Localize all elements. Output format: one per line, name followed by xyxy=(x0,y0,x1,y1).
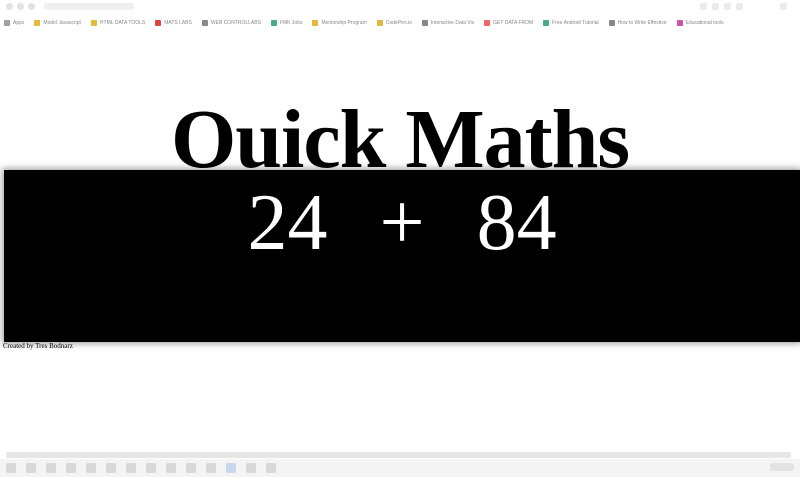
menu-icon[interactable] xyxy=(780,3,787,10)
bookmark-icon xyxy=(484,20,491,26)
bookmark-item[interactable]: WEB CONTROLLABS xyxy=(201,20,261,26)
bookmark-item[interactable]: How to Write Effective xyxy=(608,20,667,26)
bookmark-label: HTML DATA TOOLS xyxy=(99,20,146,26)
bookmark-label: Interactive Data Vis xyxy=(430,20,475,26)
bookmark-icon xyxy=(421,20,428,26)
extension-icon[interactable] xyxy=(700,3,707,10)
bookmark-label: FMK Jobs xyxy=(279,20,303,26)
taskbar-app-icon[interactable] xyxy=(206,463,216,473)
address-bar[interactable] xyxy=(44,3,134,10)
bookmark-icon xyxy=(90,20,97,26)
taskbar-app-icon[interactable] xyxy=(146,463,156,473)
bookmark-item[interactable]: Educational tools xyxy=(676,20,724,26)
taskbar-app-icon[interactable] xyxy=(86,463,96,473)
credit-text: Created by Tres Bodnarz xyxy=(3,342,73,350)
apps-icon xyxy=(4,20,10,26)
bookmark-icon xyxy=(676,20,683,26)
taskbar xyxy=(0,459,800,477)
browser-top-bar xyxy=(0,0,800,14)
taskbar-app-icon[interactable] xyxy=(26,463,36,473)
reload-icon[interactable] xyxy=(28,3,35,10)
extension-icon[interactable] xyxy=(724,3,731,10)
bookmark-icon xyxy=(270,20,277,26)
extension-icon[interactable] xyxy=(712,3,719,10)
bookmark-label: CodePen.io xyxy=(385,20,412,26)
bookmark-item[interactable]: GET DATA FROM xyxy=(484,20,533,26)
bookmark-icon xyxy=(312,20,319,26)
bookmark-label: MATS LABS xyxy=(164,20,192,26)
bookmark-icon xyxy=(543,20,550,26)
operator: + xyxy=(379,179,425,267)
taskbar-app-icon[interactable] xyxy=(226,463,236,473)
bookmark-item[interactable]: CodePen.io xyxy=(376,20,412,26)
bookmark-label: Educational tools xyxy=(685,20,724,26)
horizontal-scrollbar[interactable] xyxy=(6,452,791,458)
bookmark-icon xyxy=(376,20,383,26)
bookmark-item[interactable]: FMK Jobs xyxy=(270,20,303,26)
bookmark-icon xyxy=(201,20,208,26)
bookmark-item[interactable]: HTML DATA TOOLS xyxy=(90,20,146,26)
taskbar-app-icon[interactable] xyxy=(246,463,256,473)
taskbar-app-icon[interactable] xyxy=(66,463,76,473)
bookmarks-bar: Apps Model Javascript HTML DATA TOOLS MATS … xyxy=(0,15,800,31)
right-operand: 84 xyxy=(476,179,557,267)
clock[interactable] xyxy=(770,463,794,471)
bookmark-item[interactable]: Mentorship Program xyxy=(312,20,367,26)
bookmark-label: GET DATA FROM xyxy=(493,20,534,26)
back-icon[interactable] xyxy=(6,3,13,10)
bookmark-label: WEB CONTROLLABS xyxy=(210,20,261,26)
bookmark-item[interactable]: Apps xyxy=(4,20,24,26)
bookmark-item[interactable]: Interactive Data Vis xyxy=(421,20,475,26)
bookmark-item[interactable]: MATS LABS xyxy=(155,20,192,26)
bookmark-icon xyxy=(34,20,41,26)
bookmark-icon xyxy=(155,20,162,26)
start-icon[interactable] xyxy=(6,463,16,473)
forward-icon[interactable] xyxy=(17,3,24,10)
taskbar-app-icon[interactable] xyxy=(126,463,136,473)
bookmark-item[interactable]: Free Android Tutorial xyxy=(543,20,599,26)
bookmark-label: Model Javascript xyxy=(43,20,81,26)
bookmark-item[interactable]: Model Javascript xyxy=(34,20,81,26)
taskbar-app-icon[interactable] xyxy=(186,463,196,473)
bookmark-label: Mentorship Program xyxy=(321,20,367,26)
bookmark-label: Apps xyxy=(13,20,25,26)
bookmark-label: How to Write Effective xyxy=(617,20,667,26)
bookmark-label: Free Android Tutorial xyxy=(552,20,599,26)
taskbar-app-icon[interactable] xyxy=(266,463,276,473)
taskbar-app-icon[interactable] xyxy=(166,463,176,473)
taskbar-app-icon[interactable] xyxy=(106,463,116,473)
left-operand: 24 xyxy=(247,179,328,267)
extension-icon[interactable] xyxy=(736,3,743,10)
equation: 24 + 84 xyxy=(4,183,800,263)
bookmark-icon xyxy=(608,20,615,26)
taskbar-app-icon[interactable] xyxy=(46,463,56,473)
